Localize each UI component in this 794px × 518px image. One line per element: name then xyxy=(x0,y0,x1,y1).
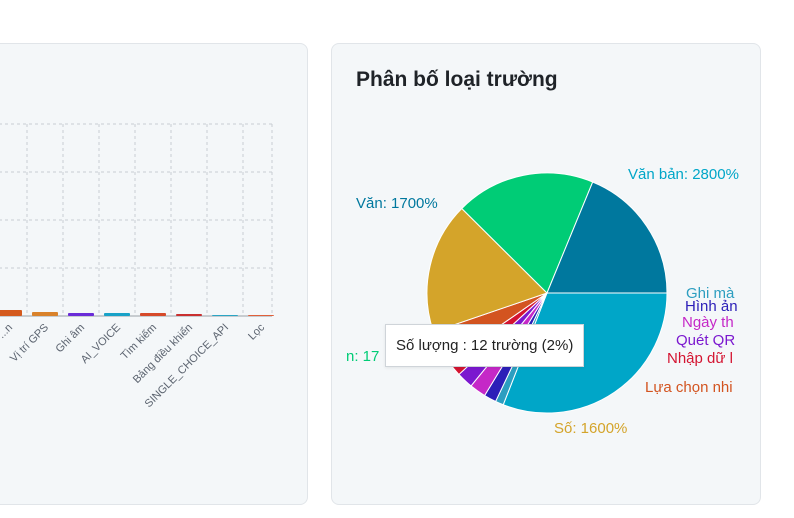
pie-slice-label: Hình ản xyxy=(685,298,738,315)
pie-slice-label: Lựa chọn nhi xyxy=(645,379,733,396)
x-tick-label: AI_VOICE xyxy=(79,322,123,366)
x-tick-label: Vị trí GPS xyxy=(8,322,51,365)
bar xyxy=(140,313,166,316)
bar xyxy=(0,310,22,316)
pie-slice-label: Quét QR xyxy=(676,332,735,349)
bar xyxy=(248,315,274,316)
pie-chart-card: Phân bố loại trường Văn bản: 2800% Ghi mà… xyxy=(331,43,761,505)
pie-slice-label: Ngày th xyxy=(682,314,734,331)
pie-chart: Văn bản: 2800%Ghi màHình ảnNgày thQuét Q… xyxy=(346,166,739,437)
pie-slice-label: Văn bản: 2800% xyxy=(628,166,739,183)
x-tick-label: Lọc xyxy=(246,321,267,342)
x-tick-label: ...n xyxy=(0,322,15,341)
bar xyxy=(104,313,130,316)
bar xyxy=(68,313,94,316)
pie-tooltip: Số lượng : 12 trường (2%) xyxy=(385,324,585,367)
bar xyxy=(32,312,58,316)
pie-slice-label: Nhập dữ l xyxy=(667,350,733,367)
tooltip-value: : 12 trường (2%) xyxy=(462,337,574,354)
tooltip-label: Số lượng xyxy=(396,337,459,354)
x-tick-label: Ghi âm xyxy=(54,322,88,356)
pie-slice-label: Văn: 1700% xyxy=(356,195,438,212)
bar xyxy=(212,315,238,316)
bar xyxy=(176,314,202,316)
bar-chart: ...nVị trí GPS Ghi âmAI_VOICETìm kiếmBảng… xyxy=(0,123,274,410)
pie-slice-label: n: 17 xyxy=(346,348,379,365)
pie-slice-label: Số: 1600% xyxy=(554,420,627,437)
bar-chart-card: ...n Vị trí GPS Ghi âm AI_VOICE Tìm kiếm Bảng… xyxy=(0,43,308,505)
